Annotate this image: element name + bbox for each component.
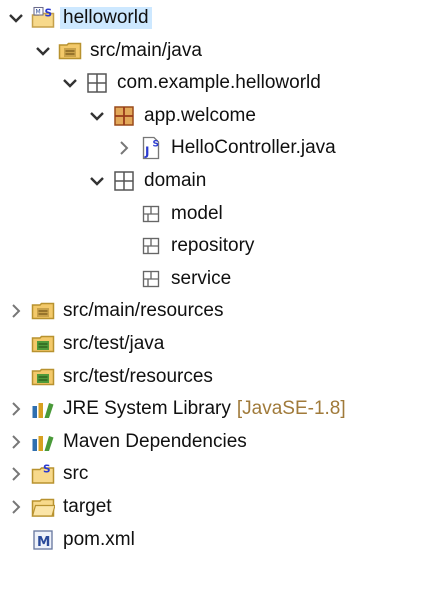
maven-project-icon: MS [31, 6, 55, 30]
tree-item[interactable]: src/test/java [7, 328, 164, 360]
chevron-down-icon[interactable] [88, 165, 106, 197]
package-icon [85, 71, 109, 95]
package-empty-icon [139, 234, 163, 258]
source-folder-test-icon [31, 332, 55, 356]
tree-item-label: helloworld [60, 7, 152, 29]
tree-item-label: pom.xml [63, 528, 135, 550]
svg-text:S: S [43, 464, 51, 476]
tree-item-label: src/main/java [90, 39, 202, 61]
tree-item-label: domain [144, 170, 207, 191]
tree-item[interactable]: app.welcome [88, 100, 256, 132]
tree-item-label: Maven Dependencies [63, 430, 247, 452]
tree-item-label: HelloController.java [171, 137, 336, 159]
library-icon [31, 397, 55, 421]
tree-item[interactable]: repository [115, 230, 254, 262]
tree-item[interactable]: domain [88, 165, 206, 197]
tree-item[interactable]: service [115, 263, 231, 295]
library-icon [31, 430, 55, 454]
tree-item-decoration: [JavaSE-1.8] [236, 398, 346, 420]
package-filled-icon [112, 104, 136, 128]
chevron-down-icon[interactable] [34, 35, 52, 67]
tree-item-label: target [63, 496, 112, 517]
chevron-right-icon[interactable] [7, 491, 25, 523]
tree-item-label: service [171, 267, 232, 289]
tree-item-label: model [171, 202, 223, 224]
folder-icon [31, 495, 55, 519]
source-folder-icon [31, 299, 55, 323]
tree-item-label: com.example.helloworld [117, 72, 321, 94]
source-folder-test-icon [31, 365, 55, 389]
pom-file-icon: M [31, 528, 55, 552]
chevron-right-icon[interactable] [7, 393, 25, 425]
java-file-icon: JS [139, 136, 163, 160]
svg-text:J: J [144, 145, 149, 159]
tree-item-label: src/main/resources [63, 300, 224, 322]
source-folder-icon [58, 39, 82, 63]
tree-item[interactable]: J S HelloController.java [115, 132, 336, 164]
tree-item[interactable]: com.example.helloworld [61, 67, 321, 99]
chevron-down-icon[interactable] [7, 2, 25, 34]
tree-item-label: app.welcome [144, 104, 256, 126]
package-icon [112, 169, 136, 193]
chevron-right-icon[interactable] [115, 132, 133, 164]
folder-s-icon: S [31, 462, 55, 486]
tree-item-label: src [63, 463, 89, 485]
svg-text:S: S [45, 8, 53, 20]
package-explorer-tree: M Shelloworld src/main/java com.example.hel… [0, 0, 434, 615]
package-empty-icon [139, 267, 163, 291]
chevron-down-icon[interactable] [61, 67, 79, 99]
tree-item-label: src/test/java [63, 333, 165, 354]
tree-item[interactable]: M Shelloworld [7, 2, 152, 34]
chevron-down-icon[interactable] [88, 100, 106, 132]
tree-item[interactable]: src/main/java [34, 35, 202, 67]
tree-item[interactable]: src/test/resources [7, 361, 213, 393]
chevron-right-icon[interactable] [7, 458, 25, 490]
package-empty-icon [139, 202, 163, 226]
tree-item[interactable]: Mpom.xml [7, 524, 135, 556]
svg-text:S: S [153, 140, 159, 150]
tree-item-label: repository [171, 235, 255, 257]
chevron-right-icon[interactable] [7, 295, 25, 327]
tree-item[interactable]: target [7, 491, 112, 523]
tree-item-label: JRE System Library [63, 398, 231, 420]
svg-text:M: M [37, 534, 50, 550]
svg-text:M: M [36, 9, 41, 16]
tree-item-label: src/test/resources [63, 365, 213, 387]
tree-item[interactable]: model [115, 198, 223, 230]
tree-item[interactable]: Maven Dependencies [7, 426, 247, 458]
tree-item[interactable]: Ssrc [7, 458, 88, 490]
tree-item[interactable]: src/main/resources [7, 295, 224, 327]
tree-item[interactable]: JRE System Library [JavaSE-1.8] [7, 393, 346, 425]
chevron-right-icon[interactable] [7, 426, 25, 458]
